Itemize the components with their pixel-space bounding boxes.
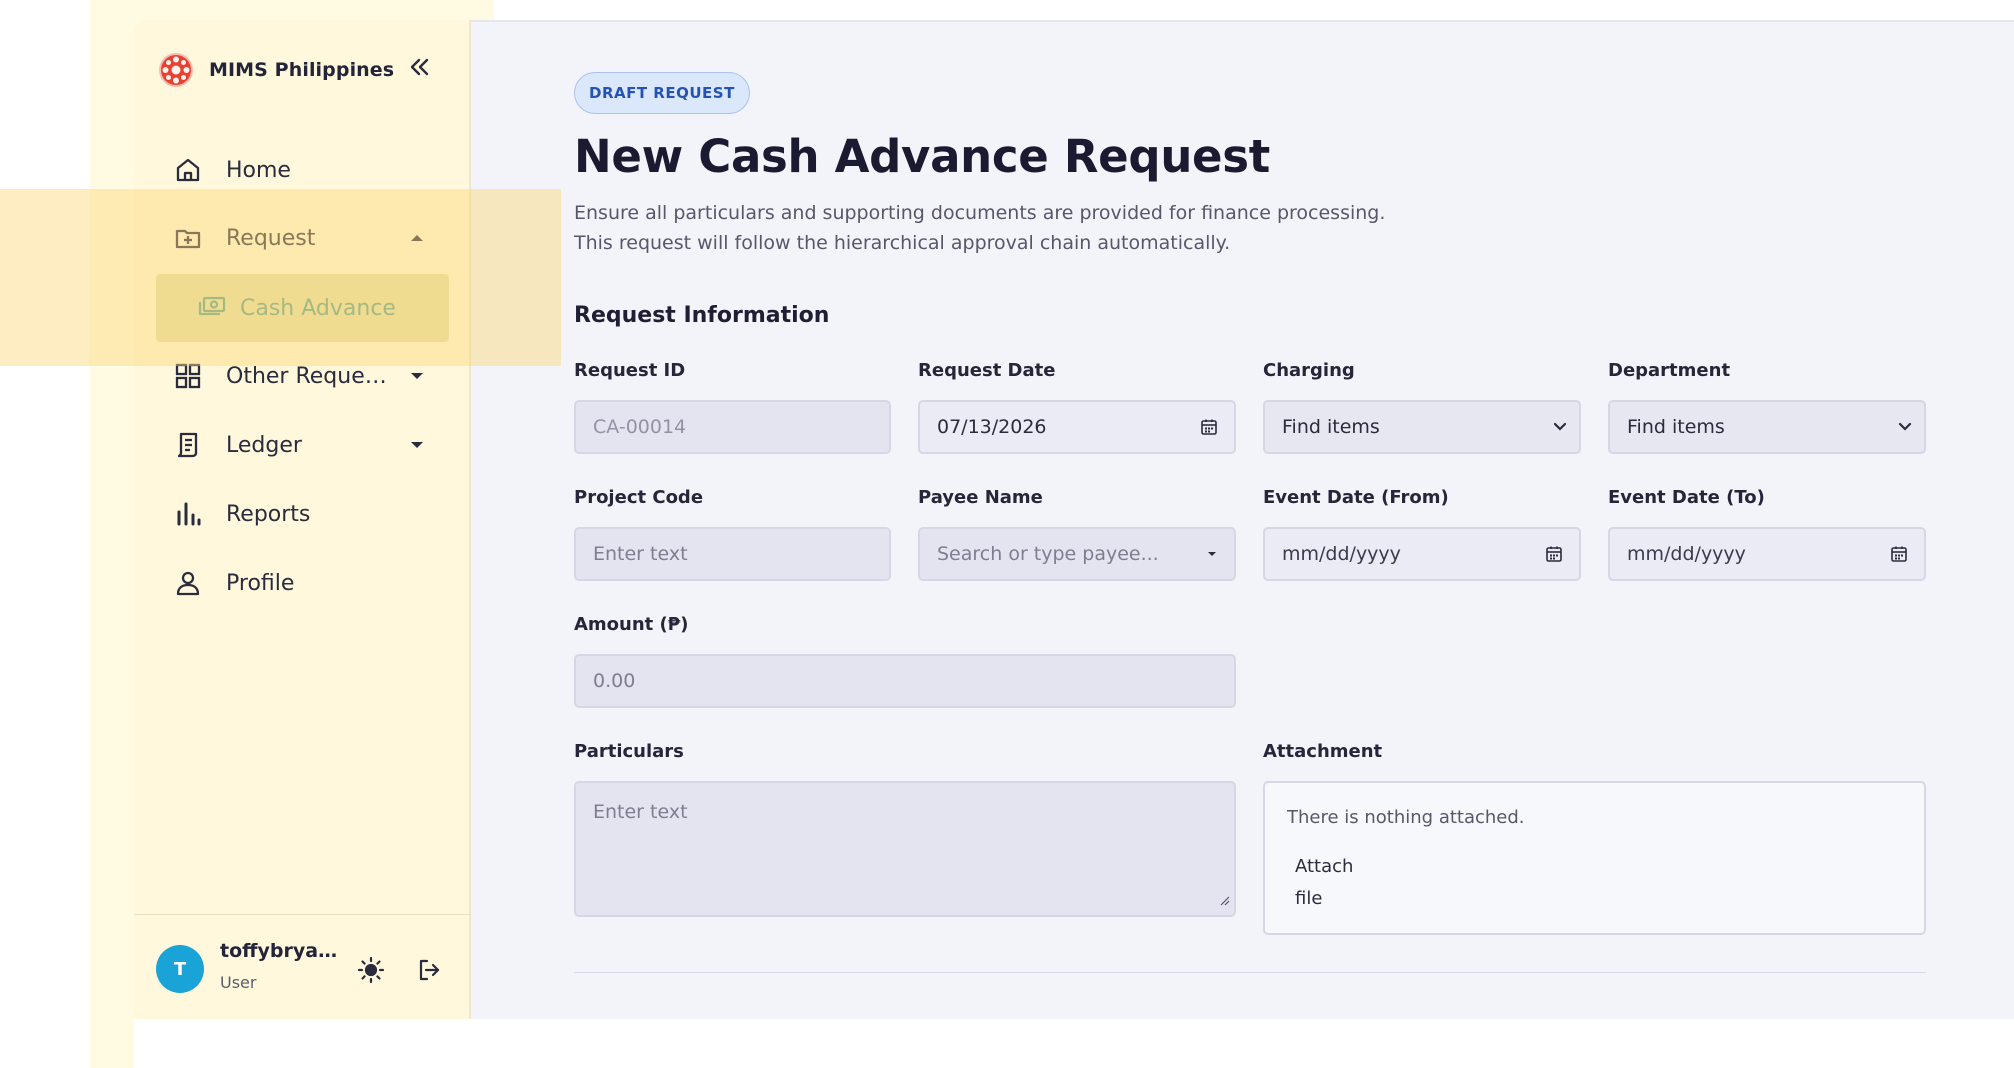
frame-bottom [134,1019,2014,1068]
project-code-input[interactable]: Enter text [574,527,891,581]
request-date-value: 07/13/2026 [937,416,1047,438]
calendar-icon[interactable] [1890,545,1908,563]
double-chevron-left-icon [410,58,429,76]
user-divider [134,914,471,915]
receipt-icon [173,430,203,460]
calendar-icon[interactable] [1200,418,1218,436]
theme-toggle-button[interactable] [356,955,386,985]
status-badge: DRAFT REQUEST [574,72,750,114]
sidebar-item-label: Ledger [226,432,302,458]
logout-button[interactable] [414,955,444,985]
page-title: New Cash Advance Request [574,130,1270,183]
request-date-label: Request Date [918,360,1056,381]
sidebar-item-ledger[interactable]: Ledger [173,419,443,471]
event-date-to-field[interactable]: mm/dd/yyyy [1608,527,1926,581]
brand-logo-icon [159,53,193,87]
amount-placeholder: 0.00 [593,670,636,692]
description-line: This request will follow the hierarchica… [574,232,1231,254]
sidebar-item-request[interactable]: Request [173,212,443,264]
sidebar-item-label: Other Requests [226,363,391,389]
event-to-placeholder: mm/dd/yyyy [1627,543,1746,565]
payee-name-combobox[interactable]: Search or type payee... [918,527,1236,581]
sidebar-item-home[interactable]: Home [173,144,443,196]
sidebar-item-reports[interactable]: Reports [173,488,443,540]
sun-icon [357,956,385,984]
caret-down-icon [409,437,425,453]
sidebar-item-label: Home [226,157,291,183]
chevron-down-icon [1553,422,1567,432]
page-description: Ensure all particulars and supporting do… [574,198,1385,258]
request-id-field: CA-00014 [574,400,891,454]
money-icon [198,295,226,321]
attach-file-button[interactable]: Attach file [1295,851,1385,915]
brand-name: MIMS Philippines [209,59,395,81]
payee-name-label: Payee Name [918,487,1043,508]
particulars-label: Particulars [574,741,684,762]
sidebar-item-label: Reports [226,501,311,527]
folder-plus-icon [173,223,203,253]
request-id-value: CA-00014 [593,416,687,438]
charging-label: Charging [1263,360,1355,381]
amount-input[interactable]: 0.00 [574,654,1236,708]
calendar-icon[interactable] [1545,545,1563,563]
attachment-label: Attachment [1263,741,1383,762]
particulars-textarea[interactable]: Enter text [574,781,1236,917]
caret-down-icon [409,368,425,384]
event-date-from-field[interactable]: mm/dd/yyyy [1263,527,1581,581]
user-role: User [220,973,257,992]
collapse-sidebar-button[interactable] [404,52,434,82]
sidebar-subitem-cash-advance[interactable]: Cash Advance [156,274,449,342]
charging-select[interactable]: Find items [1263,400,1581,454]
event-from-placeholder: mm/dd/yyyy [1282,543,1401,565]
sidebar-item-label: Request [226,225,316,251]
payee-name-placeholder: Search or type payee... [937,543,1159,565]
brand[interactable]: MIMS Philippines [157,50,394,90]
sidebar-subitem-label: Cash Advance [240,295,396,321]
screen: { "brand": { "name": "MIMS Philippines" … [0,0,2014,1068]
request-date-field[interactable]: 07/13/2026 [918,400,1236,454]
department-select[interactable]: Find items [1608,400,1926,454]
chevron-down-icon [1898,422,1912,432]
home-icon [173,155,203,185]
department-label: Department [1608,360,1731,381]
sidebar-item-label: Profile [226,570,295,596]
event-to-label: Event Date (To) [1608,487,1765,508]
user-icon [173,568,203,598]
department-value: Find items [1627,416,1725,438]
attachment-box: There is nothing attached. Attach file [1263,781,1926,935]
avatar[interactable]: T [156,945,204,993]
description-line: Ensure all particulars and supporting do… [574,202,1386,224]
amount-label: Amount (₱) [574,614,689,635]
resize-handle-icon[interactable] [1218,889,1230,911]
sidebar-item-other-requests[interactable]: Other Requests [173,350,443,402]
logout-icon [419,959,440,981]
charging-value: Find items [1282,416,1380,438]
project-code-placeholder: Enter text [593,543,688,565]
caret-up-icon [409,230,425,246]
caret-down-icon[interactable] [1206,550,1218,558]
section-title: Request Information [574,303,830,328]
user-name: toffybryan... [220,940,338,962]
bar-chart-icon [173,499,203,529]
project-code-label: Project Code [574,487,704,508]
attachment-empty-text: There is nothing attached. [1287,807,1525,828]
request-id-label: Request ID [574,360,686,381]
grid-icon [173,361,203,391]
sidebar-item-profile[interactable]: Profile [173,557,443,609]
particulars-placeholder: Enter text [593,801,688,823]
event-from-label: Event Date (From) [1263,487,1449,508]
form-divider [574,972,1926,973]
